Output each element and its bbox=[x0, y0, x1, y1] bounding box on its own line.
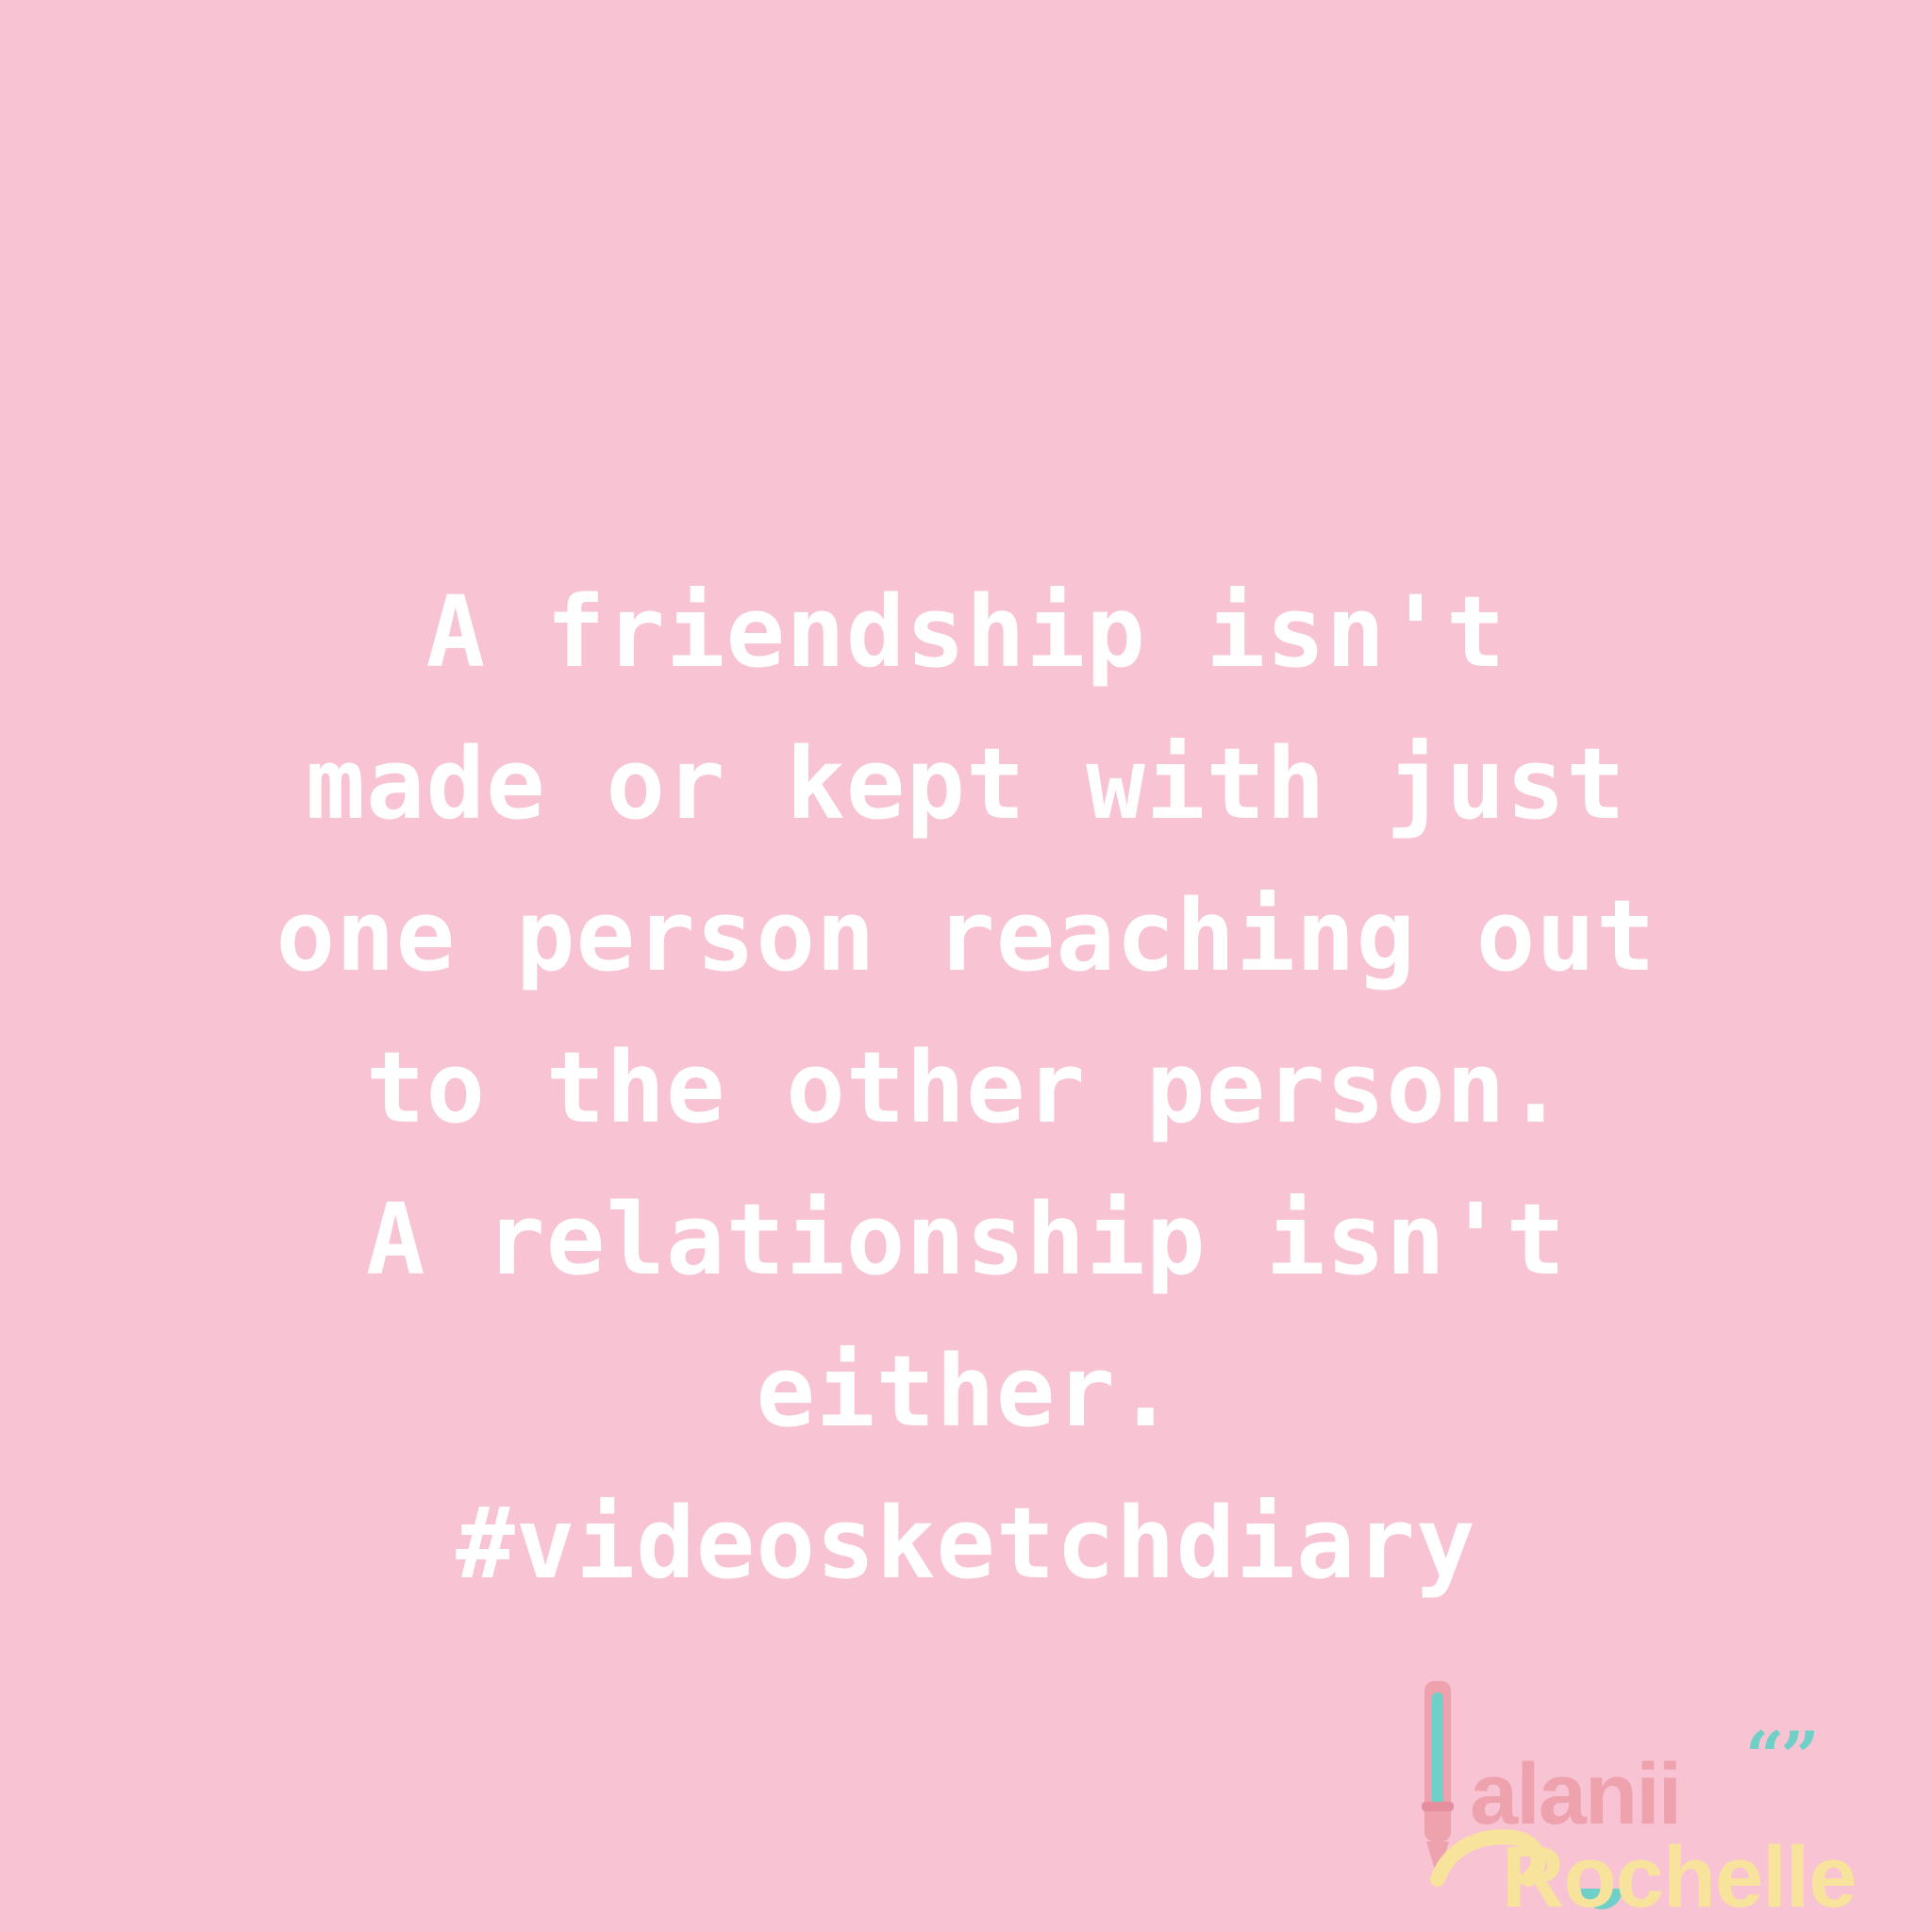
brand-logo: “” alanii Rochelle bbox=[1396, 1670, 1887, 1924]
quote-text: A friendship isn't made or kept with jus… bbox=[275, 575, 1657, 1601]
quote-card: A friendship isn't made or kept with jus… bbox=[0, 0, 1932, 1932]
logo-last-name: Rochelle bbox=[1502, 1829, 1857, 1925]
logo-first-name: alanii bbox=[1470, 1746, 1682, 1842]
logo-quote-marks: “” bbox=[1745, 1716, 1820, 1796]
